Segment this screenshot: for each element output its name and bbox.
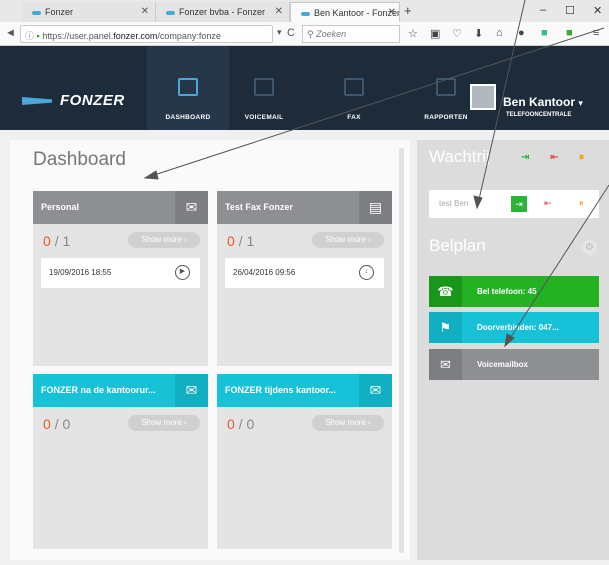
arrow-head — [143, 170, 159, 180]
arrow-head — [504, 333, 515, 348]
annotation-arrows — [143, 0, 609, 348]
arrow-line — [476, 0, 526, 209]
arrow-line — [144, 27, 605, 179]
arrow-line — [504, 184, 609, 347]
arrow-head — [473, 195, 483, 210]
